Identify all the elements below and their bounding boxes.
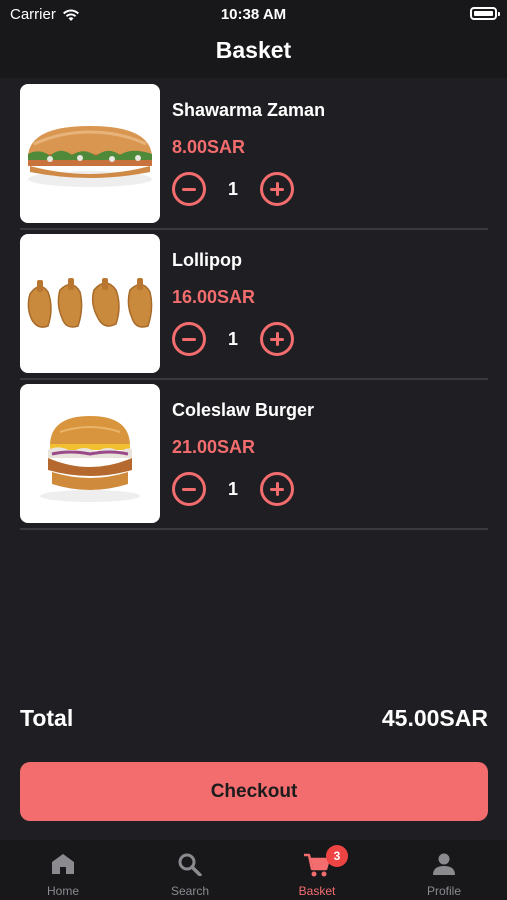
item-price: 16.00SAR <box>172 287 256 307</box>
quantity-value: 1 <box>227 329 238 349</box>
decrease-quantity-button[interactable] <box>172 472 206 506</box>
item-name: Lollipop <box>172 250 242 270</box>
decrease-quantity-button[interactable] <box>172 322 206 356</box>
tab-label: Profile <box>426 884 461 898</box>
quantity-stepper: 1 <box>172 172 294 206</box>
item-price: 21.00SAR <box>172 437 256 457</box>
total-label: Total <box>20 705 74 731</box>
page-title: Basket <box>215 37 292 63</box>
item-name: Shawarma Zaman <box>172 100 326 120</box>
tab-basket[interactable]: 3 Basket <box>254 840 380 900</box>
item-price: 8.00SAR <box>172 137 246 157</box>
increase-quantity-button[interactable] <box>260 172 294 206</box>
tab-search[interactable]: Search <box>127 840 253 900</box>
quantity-value: 1 <box>227 179 238 199</box>
checkout-button[interactable]: Checkout <box>20 762 488 821</box>
home-icon <box>52 854 74 874</box>
item-image-lollipop[interactable] <box>20 234 160 373</box>
increase-quantity-button[interactable] <box>260 472 294 506</box>
status-bar: Carrier 10:38 AM <box>0 0 507 28</box>
item-image-shawarma[interactable] <box>20 84 160 223</box>
tab-home[interactable]: Home <box>0 840 126 900</box>
basket-item: Lollipop 16.00SAR 1 <box>20 232 488 380</box>
tab-label: Home <box>46 884 79 898</box>
bottom-tab-bar: Home Search 3 Basket Profile <box>0 840 507 900</box>
quantity-stepper: 1 <box>172 472 294 506</box>
quantity-stepper: 1 <box>172 322 294 356</box>
item-image-coleslaw-burger[interactable] <box>20 384 160 523</box>
top-bar: Carrier 10:38 AM Basket <box>0 0 507 78</box>
search-icon <box>178 853 202 876</box>
quantity-value: 1 <box>227 479 238 499</box>
cart-count-badge: 3 <box>326 845 348 867</box>
basket-list: Shawarma Zaman 8.00SAR 1 Lollipop 16.00S… <box>20 82 488 530</box>
person-icon <box>433 853 455 875</box>
tab-profile[interactable]: Profile <box>381 840 507 900</box>
item-name: Coleslaw Burger <box>172 400 315 420</box>
increase-quantity-button[interactable] <box>260 322 294 356</box>
basket-item: Shawarma Zaman 8.00SAR 1 <box>20 82 488 230</box>
total-row: Total 45.00SAR <box>20 705 488 735</box>
decrease-quantity-button[interactable] <box>172 172 206 206</box>
status-time: 10:38 AM <box>220 6 287 23</box>
tab-label: Basket <box>298 884 336 898</box>
battery-icon <box>470 7 500 20</box>
total-value: 45.00SAR <box>381 705 488 731</box>
basket-item: Coleslaw Burger 21.00SAR 1 <box>20 382 488 530</box>
tab-label: Search <box>170 884 210 898</box>
